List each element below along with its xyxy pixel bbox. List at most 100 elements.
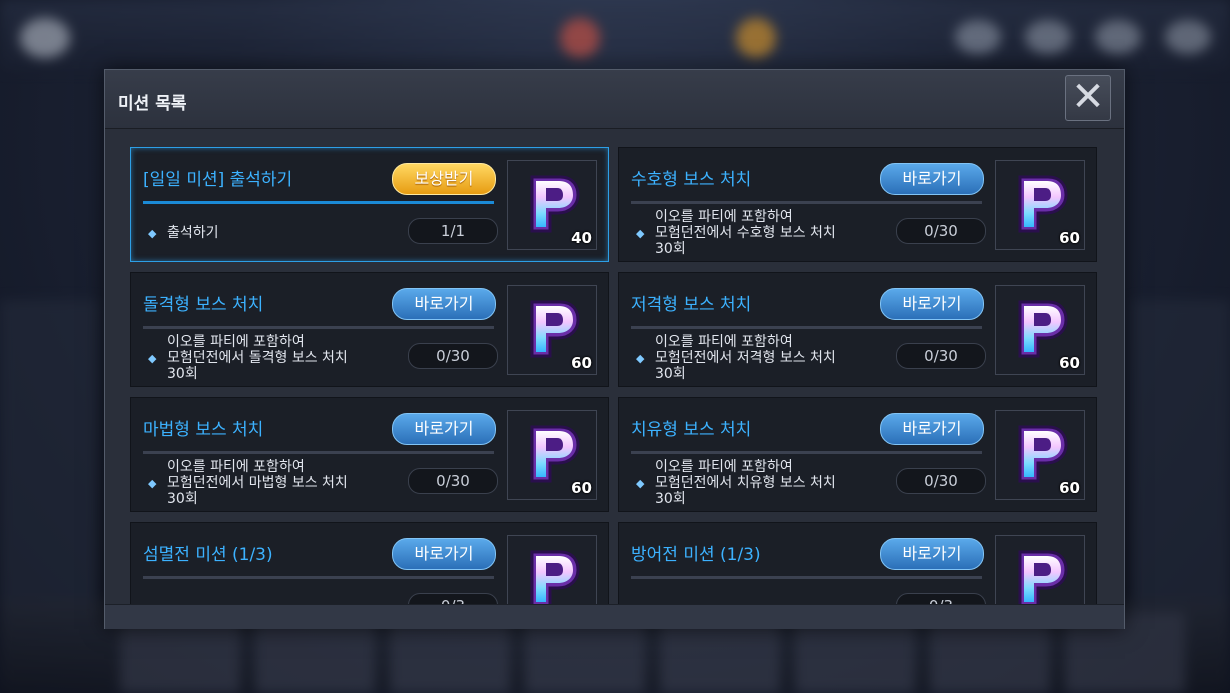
bullet-icon: ◆ xyxy=(636,227,645,240)
point-p-icon xyxy=(530,300,580,358)
list-bottom-bar xyxy=(105,604,1124,629)
background-icon xyxy=(1165,20,1211,54)
claim-reward-button[interactable]: 보상받기 xyxy=(392,163,496,195)
mission-card[interactable]: 마법형 보스 처치 바로가기 ◆ 이오를 파티에 포함하여 모험던전에서 마법형 보스 … xyxy=(130,397,609,512)
mission-progress: 0/30 xyxy=(408,468,498,494)
mission-progress: 0/3 xyxy=(896,593,986,604)
mission-description: 이오를 파티에 포함하여 xyxy=(655,334,793,350)
reward-count: 40 xyxy=(571,229,592,247)
mission-title: [일일 미션] 출석하기 xyxy=(143,170,293,190)
reward-count: 60 xyxy=(571,479,592,497)
mission-description: 30회 xyxy=(655,366,686,382)
mission-divider xyxy=(631,576,982,579)
mission-card[interactable]: 수호형 보스 처치 바로가기 ◆ 이오를 파티에 포함하여 모험던전에서 수호형 보스 … xyxy=(618,147,1097,262)
reward-count: 60 xyxy=(1059,479,1080,497)
mission-description: 30회 xyxy=(167,491,198,507)
mission-divider xyxy=(143,201,494,204)
mission-title: 돌격형 보스 처치 xyxy=(143,295,264,315)
reward-count: 60 xyxy=(1059,229,1080,247)
bullet-icon: ◆ xyxy=(636,477,645,490)
point-p-icon xyxy=(530,175,580,233)
mission-title: 마법형 보스 처치 xyxy=(143,420,264,440)
dialog-title: 미션 목록 xyxy=(118,94,187,114)
mission-card[interactable]: 돌격형 보스 처치 바로가기 ◆ 이오를 파티에 포함하여 모험던전에서 돌격형 보스 … xyxy=(130,272,609,387)
goto-button[interactable]: 바로가기 xyxy=(392,538,496,570)
mission-title: 섬멸전 미션 (1/3) xyxy=(143,545,273,565)
goto-button[interactable]: 바로가기 xyxy=(392,413,496,445)
reward-item-slot[interactable]: 60 xyxy=(995,160,1085,250)
mission-description: 이오를 파티에 포함하여 xyxy=(167,334,305,350)
goto-button[interactable]: 바로가기 xyxy=(880,163,984,195)
mission-description: 30회 xyxy=(655,241,686,257)
background-right-panel xyxy=(1130,300,1230,600)
mission-description: 모험던전에서 수호형 보스 처치 xyxy=(655,225,836,241)
mission-progress: 0/30 xyxy=(896,468,986,494)
mission-description: 이오를 파티에 포함하여 xyxy=(655,459,793,475)
mission-description: 모험던전에서 마법형 보스 처치 xyxy=(167,475,348,491)
point-p-icon xyxy=(1018,175,1068,233)
mission-title: 수호형 보스 처치 xyxy=(631,170,752,190)
reward-item-slot[interactable]: 60 xyxy=(507,285,597,375)
mission-divider xyxy=(143,576,494,579)
goto-button[interactable]: 바로가기 xyxy=(392,288,496,320)
mission-progress: 0/30 xyxy=(408,343,498,369)
reward-count: 60 xyxy=(1059,354,1080,372)
goto-button[interactable]: 바로가기 xyxy=(880,288,984,320)
reward-count: 60 xyxy=(571,354,592,372)
mission-divider xyxy=(631,451,982,454)
mission-description: 모험던전에서 저격형 보스 처치 xyxy=(655,350,836,366)
mission-progress: 0/30 xyxy=(896,218,986,244)
reward-item-slot[interactable]: 60 xyxy=(507,410,597,500)
point-p-icon xyxy=(530,550,580,604)
mission-title: 치유형 보스 처치 xyxy=(631,420,752,440)
bullet-icon: ◆ xyxy=(148,352,157,365)
mission-progress: 0/30 xyxy=(896,343,986,369)
mission-description: 모험던전에서 돌격형 보스 처치 xyxy=(167,350,348,366)
bullet-icon: ◆ xyxy=(636,352,645,365)
mission-progress: 0/3 xyxy=(408,593,498,604)
mission-description: 출석하기 xyxy=(167,225,219,241)
dialog-header: 미션 목록 ✕ xyxy=(105,70,1124,129)
mission-list-dialog: 미션 목록 ✕ [일일 미션] 출석하기 보상받기 ◆ 출석하기 1/1 40 수호형 보스… xyxy=(104,69,1125,629)
mission-divider xyxy=(631,201,982,204)
reward-item-slot[interactable]: 60 xyxy=(995,285,1085,375)
point-p-icon xyxy=(530,425,580,483)
mission-card[interactable]: 저격형 보스 처치 바로가기 ◆ 이오를 파티에 포함하여 모험던전에서 저격형 보스 … xyxy=(618,272,1097,387)
mission-description: 모험던전에서 치유형 보스 처치 xyxy=(655,475,836,491)
background-left-panel xyxy=(0,300,100,600)
mission-title: 저격형 보스 처치 xyxy=(631,295,752,315)
mission-card[interactable]: 치유형 보스 처치 바로가기 ◆ 이오를 파티에 포함하여 모험던전에서 치유형 보스 … xyxy=(618,397,1097,512)
mission-card[interactable]: 섬멸전 미션 (1/3) 바로가기 0/3 xyxy=(130,522,609,604)
mission-description: 30회 xyxy=(167,366,198,382)
mission-description: 이오를 파티에 포함하여 xyxy=(167,459,305,475)
mission-title: 방어전 미션 (1/3) xyxy=(631,545,761,565)
background-icon xyxy=(1095,20,1141,54)
background-icon xyxy=(560,18,600,58)
reward-item-slot[interactable]: 60 xyxy=(995,410,1085,500)
mission-divider xyxy=(143,326,494,329)
mission-list[interactable]: [일일 미션] 출석하기 보상받기 ◆ 출석하기 1/1 40 수호형 보스 처치 바로가기 ◆… xyxy=(105,129,1124,604)
background-icon xyxy=(955,20,1001,54)
reward-item-slot[interactable] xyxy=(507,535,597,604)
background-icon xyxy=(736,18,776,58)
reward-item-slot[interactable] xyxy=(995,535,1085,604)
reward-item-slot[interactable]: 40 xyxy=(507,160,597,250)
bullet-icon: ◆ xyxy=(148,227,157,240)
mission-description: 30회 xyxy=(655,491,686,507)
background-icon xyxy=(1025,20,1071,54)
close-button[interactable]: ✕ xyxy=(1065,75,1111,121)
goto-button[interactable]: 바로가기 xyxy=(880,538,984,570)
mission-card[interactable]: [일일 미션] 출석하기 보상받기 ◆ 출석하기 1/1 40 xyxy=(130,147,609,262)
bullet-icon: ◆ xyxy=(148,477,157,490)
mission-card[interactable]: 방어전 미션 (1/3) 바로가기 0/3 xyxy=(618,522,1097,604)
point-p-icon xyxy=(1018,550,1068,604)
close-icon: ✕ xyxy=(1071,74,1105,120)
background-icon xyxy=(20,18,70,58)
goto-button[interactable]: 바로가기 xyxy=(880,413,984,445)
mission-divider xyxy=(631,326,982,329)
mission-divider xyxy=(143,451,494,454)
point-p-icon xyxy=(1018,425,1068,483)
mission-progress: 1/1 xyxy=(408,218,498,244)
mission-description: 이오를 파티에 포함하여 xyxy=(655,209,793,225)
point-p-icon xyxy=(1018,300,1068,358)
